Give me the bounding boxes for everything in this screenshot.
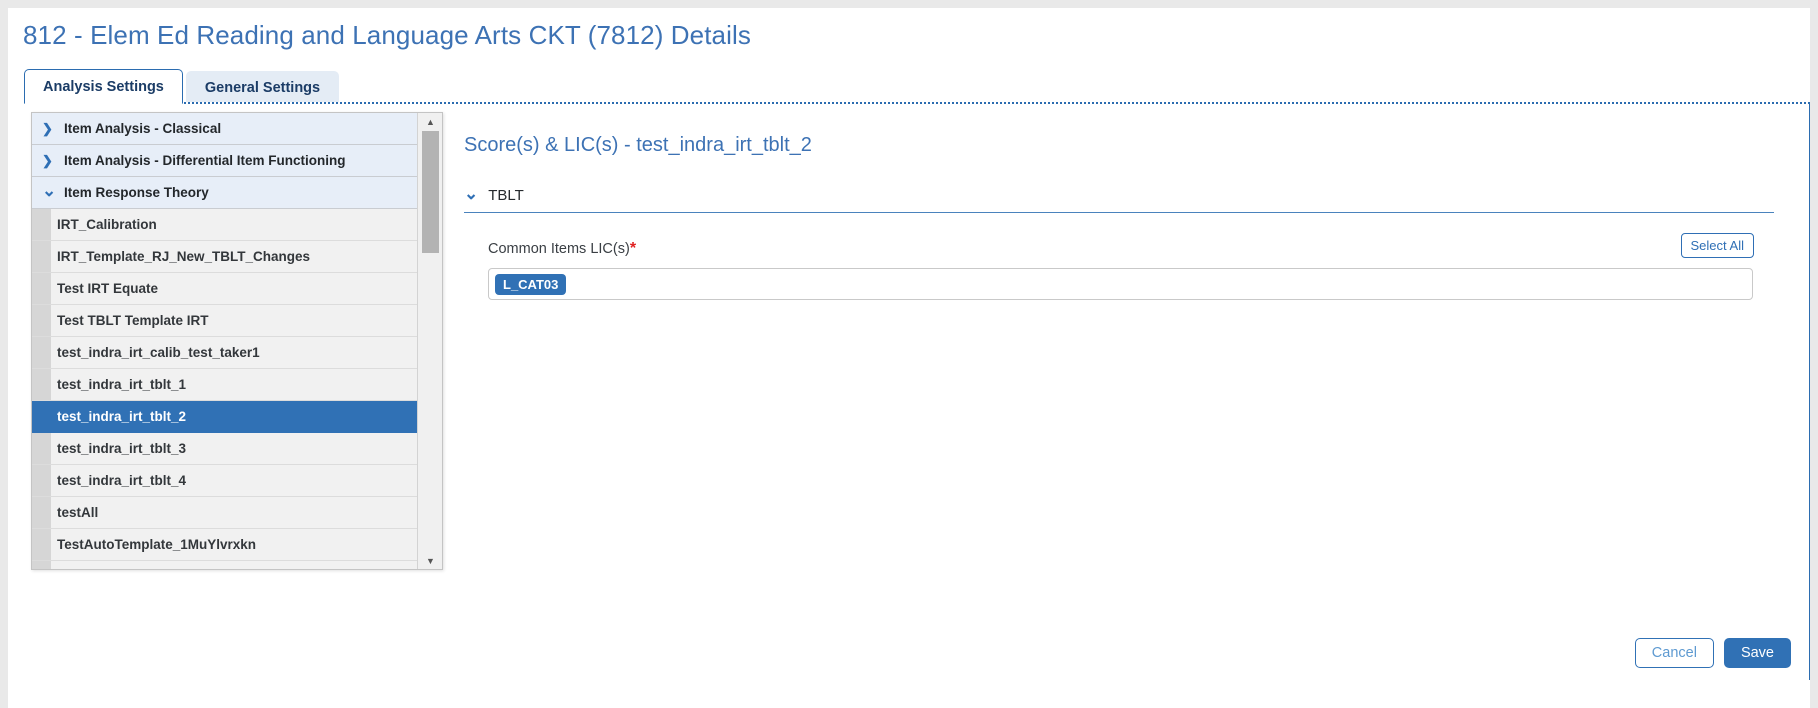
list-item[interactable]: IRT_Template_RJ_New_TBLT_Changes	[32, 241, 417, 273]
row-gutter	[32, 497, 51, 528]
section-divider	[464, 212, 1774, 213]
common-items-lic-field: Common Items LIC(s)* Select All L_CAT03	[488, 233, 1778, 300]
tab-general-settings[interactable]: General Settings	[185, 71, 340, 104]
detail-pane: Score(s) & LIC(s) - test_indra_irt_tblt_…	[464, 112, 1799, 300]
list-item[interactable]: test_indra_irt_tblt_4	[32, 465, 417, 497]
row-gutter	[32, 465, 51, 496]
row-gutter	[32, 401, 51, 432]
list-item[interactable]: test_indra_irt_tblt_1	[32, 369, 417, 401]
accordion-item-analysis-dif[interactable]: ❯ Item Analysis - Differential Item Func…	[32, 145, 417, 177]
list-item-label: IRT_Calibration	[57, 217, 157, 232]
tab-general-settings-label: General Settings	[204, 79, 321, 96]
row-gutter	[32, 273, 51, 304]
chevron-down-icon: ⌄	[42, 180, 57, 200]
list-item[interactable]: test_indra_irt_tblt_3	[32, 433, 417, 465]
list-item-label: testAll	[57, 505, 99, 520]
list-item[interactable]: Test TBLT Template IRT	[32, 305, 417, 337]
save-button[interactable]: Save	[1723, 637, 1791, 668]
accordion-item-response-theory-label: Item Response Theory	[64, 185, 209, 200]
page-title: 812 - Elem Ed Reading and Language Arts …	[23, 20, 751, 50]
tab-analysis-settings[interactable]: Analysis Settings	[24, 69, 183, 104]
footer-actions: Cancel Save	[1634, 637, 1791, 668]
scrollbar-thumb[interactable]	[422, 131, 439, 253]
accordion-item-analysis-classical-label: Item Analysis - Classical	[64, 121, 222, 136]
accordion-item-response-theory[interactable]: ⌄ Item Response Theory	[32, 177, 417, 209]
row-gutter	[32, 209, 51, 240]
scroll-up-arrow-icon[interactable]: ▲	[418, 113, 442, 130]
row-gutter	[32, 241, 51, 272]
row-gutter	[32, 337, 51, 368]
tab-strip: Analysis Settings General Settings	[24, 68, 340, 104]
common-items-lic-label: Common Items LIC(s)	[488, 241, 630, 257]
list-item-label: IRT_Template_RJ_New_TBLT_Changes	[57, 249, 311, 264]
cancel-button[interactable]: Cancel	[1634, 637, 1714, 668]
row-gutter	[32, 433, 51, 464]
list-item-label: Test TBLT Template IRT	[57, 313, 209, 328]
chevron-right-icon: ❯	[42, 121, 53, 136]
sidebar-scrollbar[interactable]: ▲ ▼	[417, 113, 442, 569]
chevron-down-icon: ⌄	[464, 183, 479, 203]
row-gutter	[32, 529, 51, 560]
list-item-label: test_indra_irt_tblt_2	[57, 409, 187, 424]
list-item[interactable]: test_indra_irt_calib_test_taker1	[32, 337, 417, 369]
list-item-label: TestAutoTemplate_1MuYlvrxkn	[57, 537, 257, 552]
section-header-tblt-label: TBLT	[488, 187, 524, 204]
required-marker: *	[629, 240, 637, 257]
list-item[interactable]: testAll	[32, 497, 417, 529]
list-item[interactable]: Test IRT Equate	[32, 273, 417, 305]
row-gutter	[32, 369, 51, 400]
scroll-down-arrow-icon[interactable]: ▼	[418, 552, 442, 569]
chevron-right-icon: ❯	[42, 153, 53, 168]
list-item-label: Test IRT Equate	[57, 281, 159, 296]
detail-title: Score(s) & LIC(s) - test_indra_irt_tblt_…	[464, 134, 812, 156]
template-list: ❯ Item Analysis - Classical ❯ Item Analy…	[32, 113, 417, 569]
template-list-panel: ❯ Item Analysis - Classical ❯ Item Analy…	[31, 112, 443, 570]
list-item-selected[interactable]: test_indra_irt_tblt_2	[32, 401, 417, 433]
select-all-button[interactable]: Select All	[1680, 233, 1754, 258]
list-item-label: test_indra_irt_tblt_1	[57, 377, 187, 392]
section-header-tblt[interactable]: ⌄ TBLT	[464, 183, 1799, 205]
tab-analysis-settings-label: Analysis Settings	[43, 78, 164, 95]
accordion-item-analysis-classical[interactable]: ❯ Item Analysis - Classical	[32, 113, 417, 145]
tab-content-panel: ❯ Item Analysis - Classical ❯ Item Analy…	[24, 102, 1810, 680]
page-card: 812 - Elem Ed Reading and Language Arts …	[8, 8, 1810, 708]
row-gutter	[32, 305, 51, 336]
list-item[interactable]: TestAutoTemplate_1MuYlvrxkn	[32, 529, 417, 561]
row-gutter	[32, 561, 51, 569]
list-item[interactable]	[32, 561, 417, 569]
lic-chip[interactable]: L_CAT03	[495, 273, 567, 295]
list-item-label: test_indra_irt_calib_test_taker1	[57, 345, 260, 360]
list-item-label: test_indra_irt_tblt_3	[57, 441, 187, 456]
common-items-lic-input[interactable]: L_CAT03	[488, 268, 1753, 300]
list-item[interactable]: IRT_Calibration	[32, 209, 417, 241]
list-item-label: test_indra_irt_tblt_4	[57, 473, 187, 488]
accordion-item-analysis-dif-label: Item Analysis - Differential Item Functi…	[64, 153, 346, 168]
